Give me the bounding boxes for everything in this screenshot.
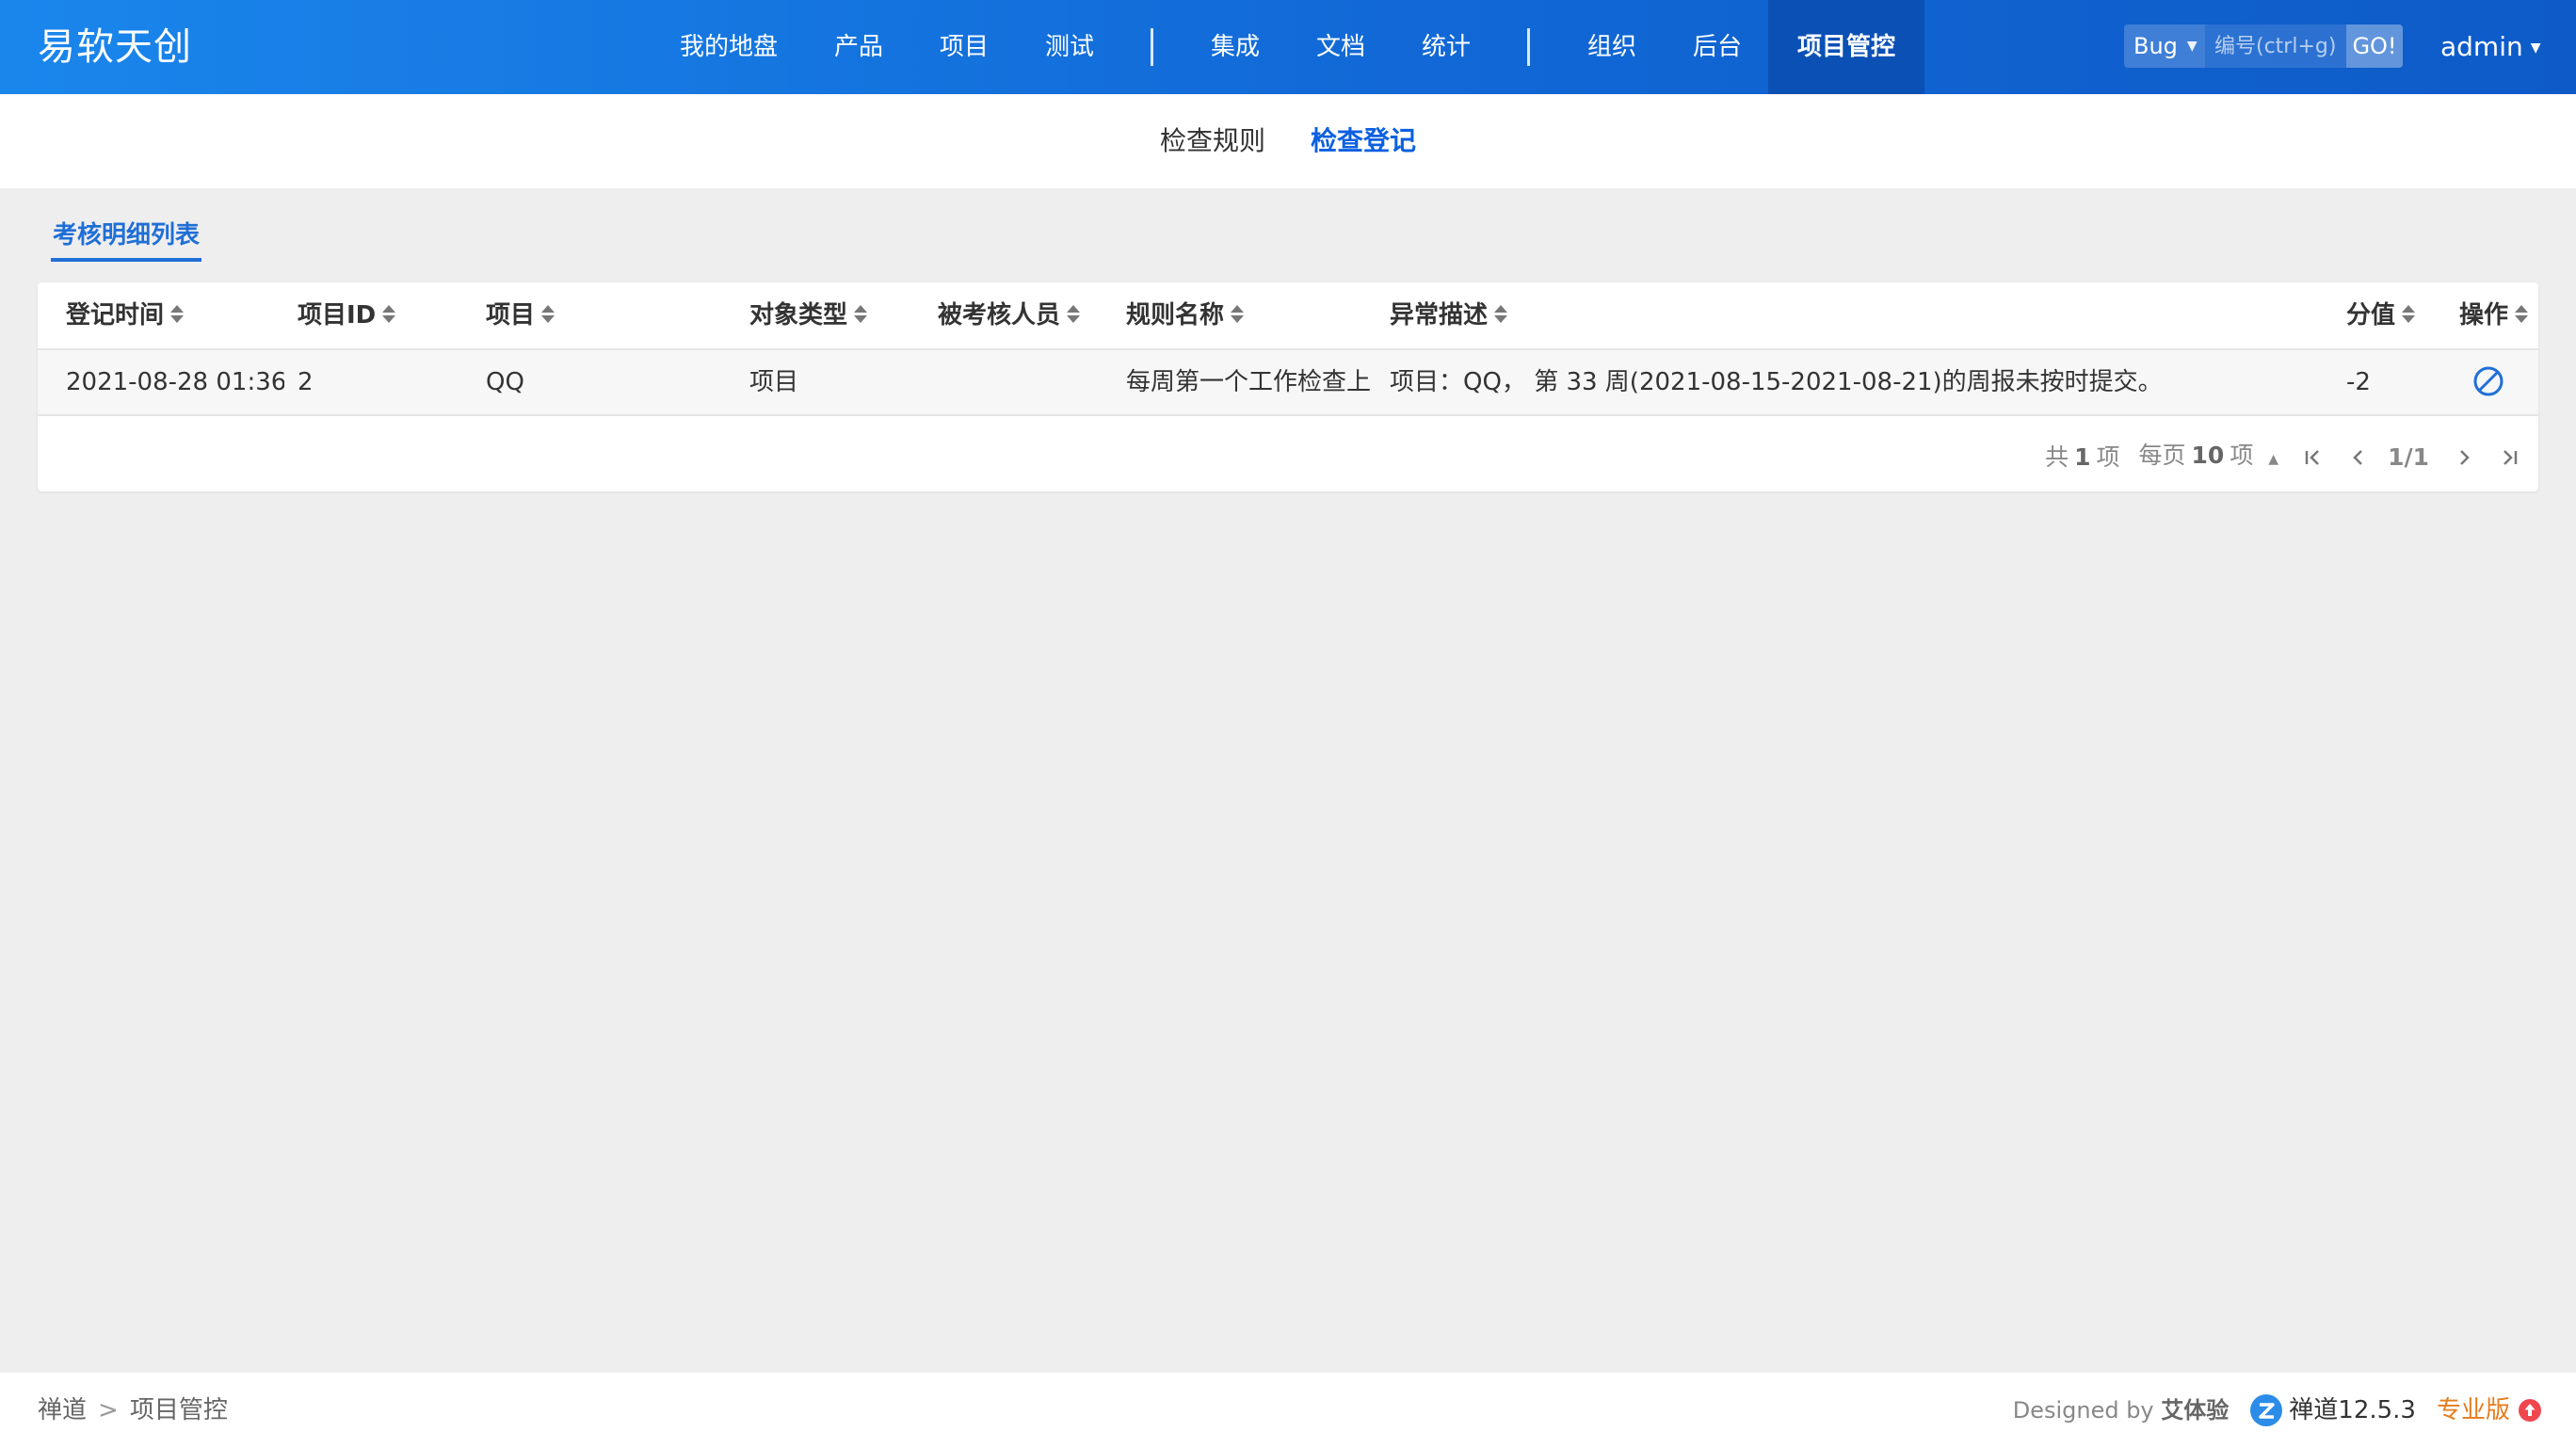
nav-item-organization[interactable]: 组织 xyxy=(1572,0,1651,94)
sort-icon xyxy=(379,302,396,327)
sort-icon xyxy=(851,302,868,327)
nav-item-project[interactable]: 项目 xyxy=(925,0,1004,94)
first-page-button[interactable] xyxy=(2303,439,2324,476)
cell-person xyxy=(938,350,1107,414)
edition-link[interactable]: 专业版 xyxy=(2437,1373,2510,1448)
nav-divider xyxy=(1527,28,1530,66)
column-header-label: 项目ID xyxy=(298,301,377,330)
zentao-logo-icon xyxy=(2250,1394,2283,1426)
brand-logo[interactable]: 易软天创 xyxy=(38,17,192,77)
cell-object-type: 项目 xyxy=(749,368,799,396)
pager-per-page-value: 10 xyxy=(2191,442,2225,469)
breadcrumb-item-current[interactable]: 项目管控 xyxy=(130,1396,228,1424)
table-row[interactable]: 2021-08-28 01:36:5 2 QQ 项目 每周第一个工作检查上 项目… xyxy=(38,350,2538,414)
sub-navigation: 检查规则 检查登记 xyxy=(0,94,2576,188)
search-input[interactable] xyxy=(2205,24,2346,68)
upgrade-icon[interactable] xyxy=(2518,1398,2542,1423)
nav-item-test[interactable]: 测试 xyxy=(1030,0,1109,94)
breadcrumb: 禅道 > 项目管控 xyxy=(38,1373,228,1448)
top-header: 易软天创 我的地盘 产品 项目 测试 集成 文档 统计 组织 后台 项目管控 B… xyxy=(0,0,2576,94)
nav-divider xyxy=(1151,28,1153,66)
breadcrumb-item-home[interactable]: 禅道 xyxy=(38,1396,87,1424)
column-header-time[interactable]: 登记时间 xyxy=(66,282,185,348)
divider xyxy=(38,414,2538,416)
footer-right: Designed by 艾体验 禅道12.5.3 专业版 xyxy=(2013,1373,2542,1448)
next-page-button[interactable] xyxy=(2454,439,2474,476)
cell-rule: 每周第一个工作检查上 xyxy=(1126,368,1372,396)
column-header-rule[interactable]: 规则名称 xyxy=(1126,282,1245,348)
nav-item-admin[interactable]: 后台 xyxy=(1678,0,1757,94)
breadcrumb-separator: > xyxy=(98,1396,119,1424)
nav-item-my-dashboard[interactable]: 我的地盘 xyxy=(665,0,793,94)
search-box: Bug ▼ GO! xyxy=(2124,24,2403,68)
pager-per-page[interactable]: 每页 10 项 ▲ xyxy=(2139,437,2279,478)
chevron-down-icon: ▼ xyxy=(2530,40,2541,56)
column-header-label: 被考核人员 xyxy=(938,301,1061,330)
pager: 共 1 项 每页 10 项 ▲ 1/1 xyxy=(2045,439,2520,476)
subnav-item-check-rules[interactable]: 检查规则 xyxy=(1160,94,1265,188)
column-header-label: 操作 xyxy=(2459,301,2509,330)
column-header-label: 异常描述 xyxy=(1390,301,1489,330)
sort-icon xyxy=(168,302,185,327)
sort-icon xyxy=(1491,302,1508,327)
designed-by-name: 艾体验 xyxy=(2161,1397,2230,1424)
column-header-project[interactable]: 项目 xyxy=(486,282,555,348)
cell-description: 项目：QQ， 第 33 周(2021-08-15-2021-08-21)的周报未… xyxy=(1390,368,2163,396)
disable-icon[interactable] xyxy=(2472,365,2504,397)
user-name: admin xyxy=(2440,31,2523,62)
column-header-actions[interactable]: 操作 xyxy=(2459,282,2529,348)
version-link[interactable]: 禅道12.5.3 xyxy=(2289,1373,2416,1448)
nav-item-product[interactable]: 产品 xyxy=(819,0,898,94)
pager-total-suffix: 项 xyxy=(2096,443,2120,471)
last-page-button[interactable] xyxy=(2499,439,2520,476)
pager-per-page-suffix: 项 xyxy=(2230,442,2254,469)
sort-icon xyxy=(2399,302,2416,327)
user-menu[interactable]: admin ▼ xyxy=(2440,0,2541,94)
sort-icon xyxy=(1228,302,1245,327)
pager-total-prefix: 共 xyxy=(2045,443,2069,471)
search-type-label: Bug xyxy=(2133,33,2178,59)
last-page-icon xyxy=(2504,450,2518,465)
search-type-dropdown[interactable]: Bug ▼ xyxy=(2124,24,2205,68)
column-header-label: 项目 xyxy=(486,301,536,330)
subnav-item-check-register[interactable]: 检查登记 xyxy=(1311,94,1416,188)
designed-by[interactable]: Designed by 艾体验 xyxy=(2013,1373,2230,1448)
chevron-left-icon xyxy=(2353,450,2362,465)
column-header-object-type[interactable]: 对象类型 xyxy=(749,282,868,348)
column-header-score[interactable]: 分值 xyxy=(2346,282,2416,348)
column-header-label: 对象类型 xyxy=(749,301,848,330)
chevron-down-icon: ▼ xyxy=(2186,39,2198,54)
column-header-project-id[interactable]: 项目ID xyxy=(298,282,396,348)
footer: 禅道 > 项目管控 Designed by 艾体验 禅道12.5.3 专业版 xyxy=(0,1373,2576,1448)
search-go-button[interactable]: GO! xyxy=(2346,24,2403,68)
sort-icon xyxy=(2512,302,2529,327)
prev-page-button[interactable] xyxy=(2348,439,2369,476)
panel-title-tab[interactable]: 考核明细列表 xyxy=(51,217,202,262)
sort-icon xyxy=(539,302,555,327)
caret-up-icon: ▲ xyxy=(2268,452,2279,467)
cell-time: 2021-08-28 01:36:5 xyxy=(66,368,284,396)
cell-project: QQ xyxy=(486,368,524,396)
nav-item-document[interactable]: 文档 xyxy=(1301,0,1380,94)
column-header-label: 规则名称 xyxy=(1126,301,1225,330)
first-page-icon xyxy=(2305,450,2319,465)
sort-icon xyxy=(1064,302,1081,327)
column-header-person[interactable]: 被考核人员 xyxy=(938,282,1081,348)
cell-score: -2 xyxy=(2346,368,2371,396)
nav-item-statistics[interactable]: 统计 xyxy=(1407,0,1486,94)
pager-page-info: 1/1 xyxy=(2388,443,2429,471)
pager-per-page-prefix: 每页 xyxy=(2138,442,2186,469)
chevron-right-icon xyxy=(2460,450,2470,465)
pager-total: 1 xyxy=(2074,443,2091,471)
assessment-table-panel: 登记时间 项目ID 项目 对象类型 被考核人员 规则名称 异常描述 分值 操作 … xyxy=(38,282,2538,491)
column-header-label: 登记时间 xyxy=(66,301,165,330)
column-header-description[interactable]: 异常描述 xyxy=(1390,282,1508,348)
column-header-label: 分值 xyxy=(2346,301,2396,330)
nav-item-integration[interactable]: 集成 xyxy=(1196,0,1275,94)
nav-item-project-control[interactable]: 项目管控 xyxy=(1768,0,1924,94)
cell-project-id: 2 xyxy=(298,368,314,396)
designed-by-prefix: Designed by xyxy=(2012,1397,2154,1424)
